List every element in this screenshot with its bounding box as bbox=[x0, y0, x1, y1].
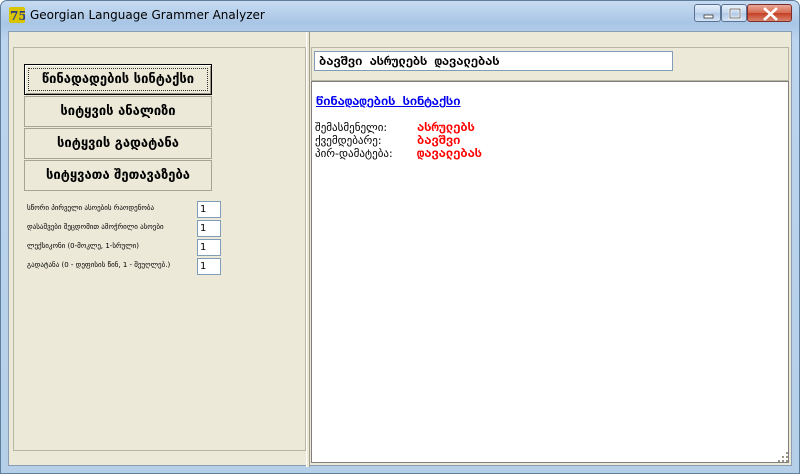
param-label-hyphenation: გადატანა (0 - დეფისის წინ, 1 - შეუღლებ.) bbox=[27, 261, 171, 269]
predicate-value: ასრულებს bbox=[417, 120, 475, 134]
param-row-first-letters: სწორი პირველი ასოების რაოდენობა bbox=[27, 201, 292, 218]
close-icon bbox=[763, 7, 778, 21]
minimize-button[interactable] bbox=[694, 4, 721, 22]
result-row-direct-object: პირ-დამატება: დავალებას bbox=[315, 146, 775, 161]
word-suggestion-label: სიტყვათა შეთავაზება bbox=[46, 168, 190, 183]
subject-value: ბავშვი bbox=[417, 133, 461, 147]
param-label-allowed-errors: დასაშვები შეცდომით ამოჭრილი ასოები bbox=[27, 223, 164, 231]
param-row-hyphenation: გადატანა (0 - დეფისის წინ, 1 - შეუღლებ.) bbox=[27, 258, 292, 275]
param-label-dictionary: ლექსიკონი (0-მოკლე, 1-სრული) bbox=[27, 242, 140, 250]
word-hyphenation-label: სიტყვის გადატანა bbox=[57, 136, 179, 151]
direct-object-value: დავალებას bbox=[417, 146, 483, 160]
sentence-syntax-label: წინადადების სინტაქსი bbox=[41, 72, 195, 87]
close-button[interactable] bbox=[747, 4, 792, 22]
minimize-icon bbox=[703, 14, 714, 19]
result-row-predicate: შემასმენელი: ასრულებს bbox=[315, 120, 775, 135]
direct-object-label: პირ-დამატება: bbox=[315, 147, 393, 160]
result-row-subject: ქვემდებარე: ბავშვი bbox=[315, 133, 775, 148]
window-title: Georgian Language Grammer Analyzer bbox=[30, 8, 265, 22]
svg-text:75: 75 bbox=[10, 9, 25, 23]
param-label-first-letters: სწორი პირველი ასოების რაოდენობა bbox=[27, 204, 155, 212]
word-analysis-label: სიტყვის ანალიზი bbox=[60, 104, 176, 119]
param-row-allowed-errors: დასაშვები შეცდომით ამოჭრილი ასოები bbox=[27, 220, 292, 237]
maximize-button[interactable] bbox=[721, 4, 747, 22]
sentence-panel bbox=[311, 47, 789, 81]
result-title-link[interactable]: წინადადების სინტაქსი bbox=[316, 94, 461, 108]
dictionary-mode-input[interactable] bbox=[197, 239, 221, 256]
param-row-dictionary: ლექსიკონი (0-მოკლე, 1-სრული) bbox=[27, 239, 292, 256]
app-window: 75 Georgian Language Grammer Analyzer წი… bbox=[0, 0, 800, 474]
hyphenation-mode-input[interactable] bbox=[197, 258, 221, 275]
subject-label: ქვემდებარე: bbox=[315, 134, 382, 147]
function-buttons: წინადადების სინტაქსი სიტყვის ანალიზი სიტ… bbox=[24, 64, 214, 191]
resize-grip-icon[interactable] bbox=[778, 452, 789, 463]
word-hyphenation-button[interactable]: სიტყვის გადატანა bbox=[24, 128, 212, 159]
first-letters-count-input[interactable] bbox=[197, 201, 221, 218]
word-suggestion-button[interactable]: სიტყვათა შეთავაზება bbox=[24, 160, 212, 191]
allowed-errors-input[interactable] bbox=[197, 220, 221, 237]
client-area: წინადადების სინტაქსი სიტყვის ანალიზი სიტ… bbox=[8, 31, 792, 467]
app-icon: 75 bbox=[9, 7, 25, 23]
word-analysis-button[interactable]: სიტყვის ანალიზი bbox=[24, 96, 212, 127]
splitter[interactable] bbox=[306, 32, 310, 467]
title-bar[interactable]: 75 Georgian Language Grammer Analyzer bbox=[1, 1, 799, 29]
sentence-input[interactable] bbox=[314, 51, 673, 71]
left-panel: წინადადების სინტაქსი სიტყვის ანალიზი სიტ… bbox=[13, 47, 306, 451]
result-output: წინადადების სინტაქსი შემასმენელი: ასრულე… bbox=[311, 81, 789, 463]
sentence-syntax-button[interactable]: წინადადების სინტაქსი bbox=[24, 64, 212, 95]
predicate-label: შემასმენელი: bbox=[315, 121, 388, 134]
maximize-icon bbox=[728, 7, 742, 20]
